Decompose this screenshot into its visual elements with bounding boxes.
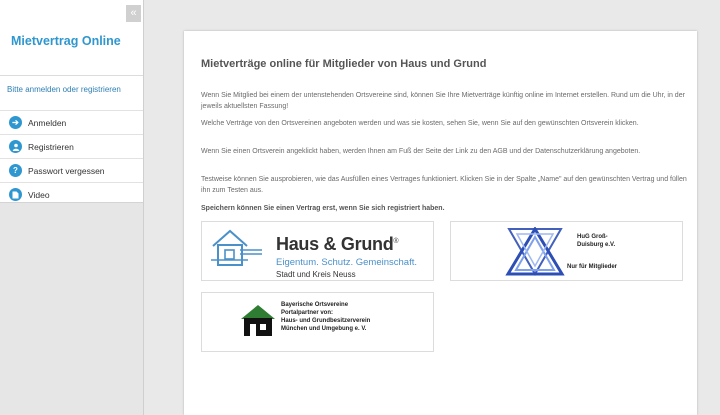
sidebar-menu: ➔ Anmelden Registrieren ? Passwort verge…	[0, 110, 143, 206]
info-paragraph: Welche Verträge von den Ortsvereinen ang…	[201, 120, 639, 127]
triangle-logo-icon	[505, 227, 565, 276]
main-panel: Mietverträge online für Mitglieder von H…	[184, 31, 697, 415]
question-icon: ?	[9, 164, 22, 177]
sidebar-item-label: Passwort vergessen	[28, 165, 105, 176]
house-green-roof-icon	[241, 305, 275, 336]
association-haus-und-grund-neuss[interactable]: Haus & Grund® Eigentum. Schutz. Gemeinsc…	[201, 221, 434, 281]
sidebar-item-passwort-vergessen[interactable]: ? Passwort vergessen	[0, 158, 143, 182]
divider	[0, 75, 143, 76]
document-icon	[9, 188, 22, 201]
house-logo-icon	[211, 229, 262, 266]
sidebar-item-video[interactable]: Video	[0, 182, 143, 206]
test-paragraph: Testweise können Sie ausprobieren, wie d…	[201, 176, 687, 194]
association-hug-gross-duisburg[interactable]: HuG Groß- Duisburg e.V. Nur für Mitglied…	[450, 221, 683, 281]
sidebar-item-anmelden[interactable]: ➔ Anmelden	[0, 110, 143, 134]
members-only-note: Nur für Mitglieder	[567, 264, 618, 270]
user-icon	[9, 140, 22, 153]
page-title: Mietverträge online für Mitglieder von H…	[201, 58, 487, 70]
sidebar-header: « Mietvertrag Online Bitte anmelden oder…	[0, 0, 143, 203]
agb-paragraph: Wenn Sie einen Ortsverein angeklickt hab…	[201, 148, 641, 155]
sidebar-item-label: Registrieren	[28, 141, 74, 152]
sidebar-item-label: Anmelden	[28, 117, 67, 128]
collapse-sidebar-button[interactable]: «	[126, 5, 141, 22]
association-bayerische-ortsvereine[interactable]: Bayerische Ortsvereine Portalpartner von…	[201, 292, 434, 352]
sidebar-item-registrieren[interactable]: Registrieren	[0, 134, 143, 158]
association-description: Bayerische Ortsvereine Portalpartner von…	[281, 302, 371, 332]
login-icon: ➔	[9, 116, 22, 129]
logo-tagline: Eigentum. Schutz. Gemeinschaft.	[276, 257, 417, 268]
association-name: HuG Groß- Duisburg e.V.	[577, 234, 616, 248]
logo-wordmark: Haus & Grund®	[276, 234, 399, 254]
intro-paragraph: Wenn Sie Mitglied bei einem der untenste…	[201, 92, 685, 110]
association-location: Stadt und Kreis Neuss	[276, 270, 356, 279]
login-prompt-link[interactable]: Bitte anmelden oder registrieren	[7, 85, 121, 94]
sidebar-item-label: Video	[28, 189, 50, 200]
app-title: Mietvertrag Online	[11, 34, 121, 48]
sidebar: « Mietvertrag Online Bitte anmelden oder…	[0, 0, 144, 415]
register-note: Speichern können Sie einen Vertrag erst,…	[201, 205, 445, 212]
